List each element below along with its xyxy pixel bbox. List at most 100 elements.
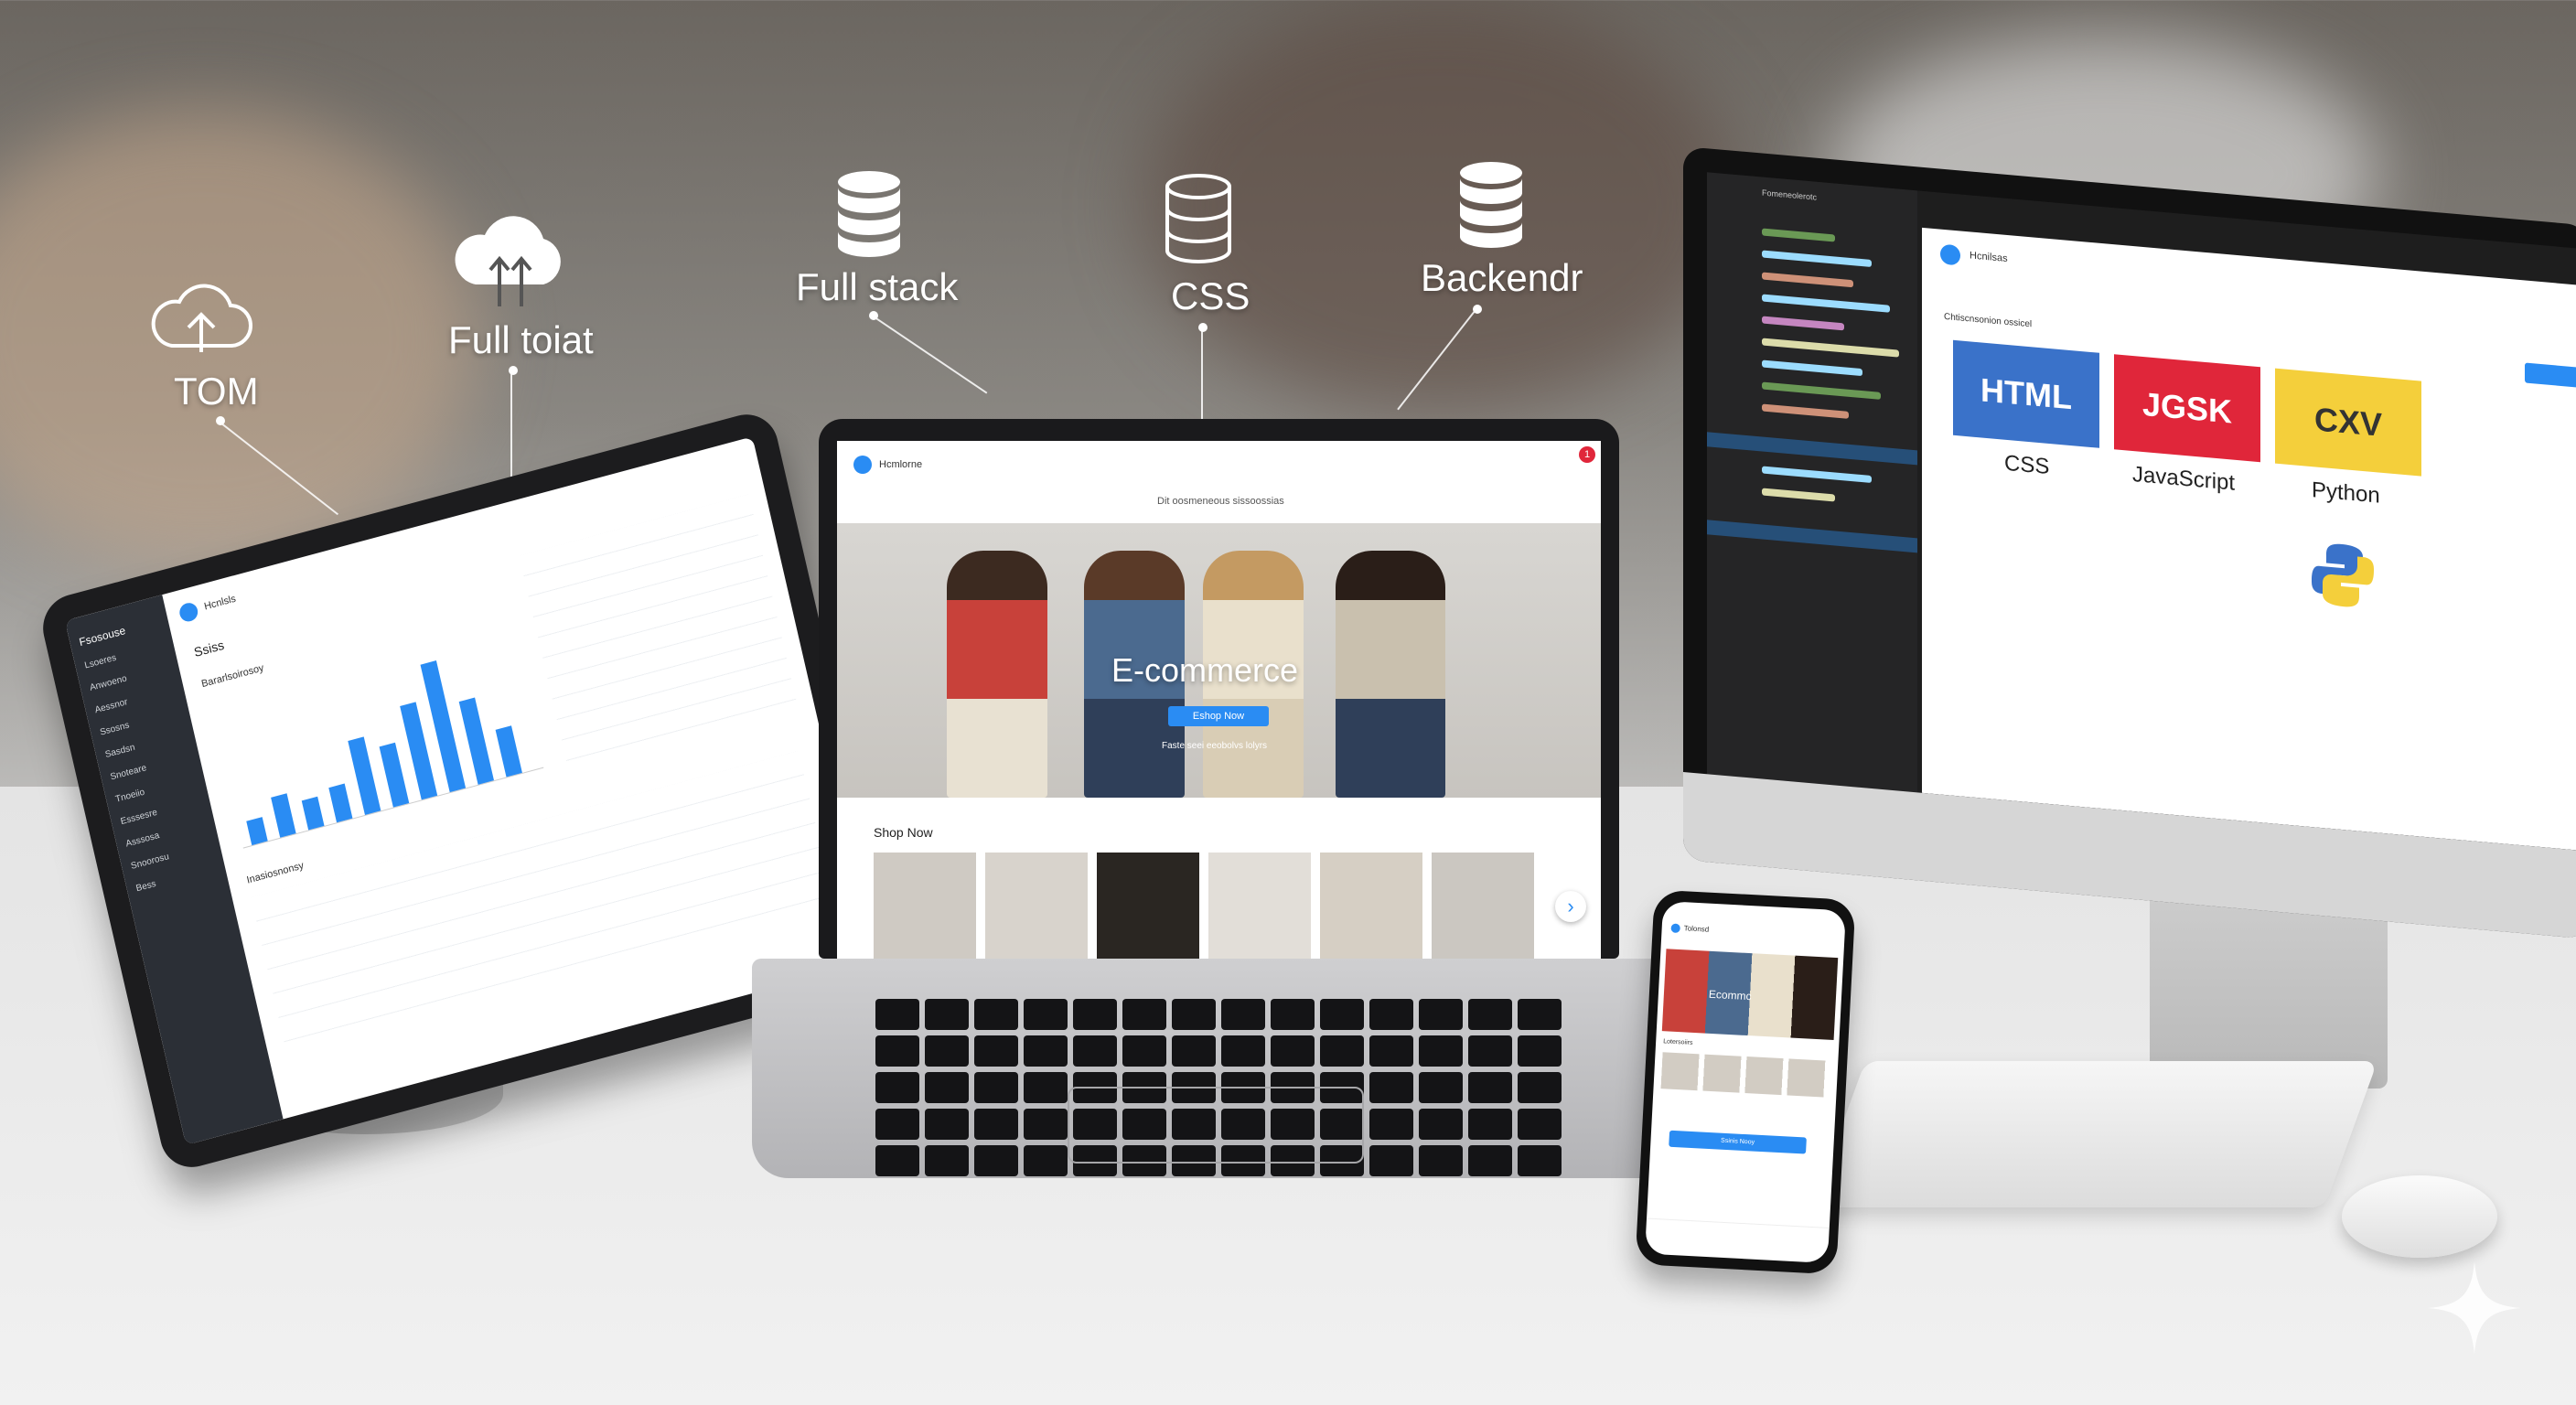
html-tile[interactable]: HTML — [1953, 339, 2099, 448]
key[interactable] — [1073, 1035, 1117, 1067]
key[interactable] — [1172, 1035, 1216, 1067]
key[interactable] — [1369, 1035, 1413, 1067]
key[interactable] — [1024, 999, 1068, 1030]
python-tile[interactable]: CXV — [2275, 368, 2421, 477]
editor-tab[interactable]: Fomeneolerotc — [1762, 188, 1817, 202]
key[interactable] — [1024, 1145, 1068, 1176]
label-tom: TOM — [174, 370, 259, 413]
product-card[interactable] — [1320, 853, 1422, 959]
key[interactable] — [1172, 999, 1216, 1030]
key[interactable] — [1122, 1035, 1166, 1067]
key[interactable] — [875, 1072, 919, 1103]
key[interactable] — [974, 1109, 1018, 1140]
js-tile[interactable]: JGSK — [2114, 354, 2260, 463]
cloud-upload-icon — [455, 216, 561, 306]
tile-caption: Python — [2312, 477, 2380, 509]
code-line — [1762, 466, 1872, 484]
key[interactable] — [1518, 1145, 1562, 1176]
product-card[interactable] — [985, 853, 1088, 959]
key[interactable] — [974, 1035, 1018, 1067]
product-card[interactable] — [1097, 853, 1199, 959]
key[interactable] — [1024, 1109, 1068, 1140]
mouse[interactable] — [2342, 1175, 2497, 1258]
key[interactable] — [1073, 999, 1117, 1030]
key[interactable] — [1468, 1109, 1512, 1140]
side-panel — [519, 494, 799, 770]
key[interactable] — [974, 1145, 1018, 1176]
laptop-screen: Hcmlorne 1 Dit oosmeneous sissoossias E-… — [837, 441, 1601, 959]
code-line — [1762, 359, 1862, 377]
connector-dot — [216, 416, 225, 425]
key[interactable] — [1518, 999, 1562, 1030]
tablet-section-title: Ssiss — [192, 637, 226, 660]
key[interactable] — [1468, 1145, 1512, 1176]
key[interactable] — [1419, 1072, 1463, 1103]
phone-products — [1660, 1052, 1828, 1098]
logo-icon — [177, 600, 200, 624]
product-card[interactable] — [1208, 853, 1311, 959]
key[interactable] — [1468, 999, 1512, 1030]
key[interactable] — [1369, 1072, 1413, 1103]
key[interactable] — [974, 1072, 1018, 1103]
chart-bar — [495, 725, 522, 778]
key[interactable] — [1320, 999, 1364, 1030]
key[interactable] — [1468, 1072, 1512, 1103]
key[interactable] — [1122, 999, 1166, 1030]
key[interactable] — [875, 1145, 919, 1176]
tile-caption: JavaScript — [2132, 461, 2236, 496]
logo-icon — [853, 456, 872, 474]
key[interactable] — [875, 1109, 919, 1140]
key[interactable] — [1271, 1035, 1315, 1067]
label-css: CSS — [1171, 274, 1250, 317]
key[interactable] — [1369, 999, 1413, 1030]
product-card[interactable] — [874, 853, 976, 959]
chart-bar — [246, 817, 268, 846]
phone-cta-button[interactable]: Ssinis Nooy — [1669, 1130, 1807, 1154]
key[interactable] — [875, 1035, 919, 1067]
key[interactable] — [1369, 1145, 1413, 1176]
key-row — [875, 1035, 1562, 1067]
code-line — [1762, 250, 1872, 268]
phone-device: Tolonsd Ecommc Lotersoiirs Ssinis Nooy — [1635, 889, 1856, 1275]
key[interactable] — [1518, 1072, 1562, 1103]
key[interactable] — [1221, 999, 1265, 1030]
hero-subtitle: Faste seei eeobolvs lolyrs — [1162, 741, 1268, 751]
key[interactable] — [1518, 1035, 1562, 1067]
primary-button[interactable] — [2525, 362, 2576, 388]
key[interactable] — [1271, 999, 1315, 1030]
key[interactable] — [925, 1072, 969, 1103]
key[interactable] — [1419, 1145, 1463, 1176]
chart-bar — [379, 742, 410, 808]
product-card[interactable] — [1432, 853, 1534, 959]
logo-icon — [1670, 923, 1680, 934]
key[interactable] — [1369, 1109, 1413, 1140]
key[interactable] — [1419, 1109, 1463, 1140]
connector-line — [1201, 327, 1203, 419]
key[interactable] — [925, 1035, 969, 1067]
key[interactable] — [925, 1109, 969, 1140]
key[interactable] — [974, 999, 1018, 1030]
chevron-right-icon[interactable]: › — [1555, 891, 1586, 922]
connector-dot — [1473, 305, 1482, 314]
key[interactable] — [1419, 1035, 1463, 1067]
key[interactable] — [1221, 1035, 1265, 1067]
model-photo — [947, 551, 1047, 798]
code-line — [1762, 403, 1849, 419]
key[interactable] — [925, 1145, 969, 1176]
database-icon — [1165, 174, 1231, 263]
key[interactable] — [1024, 1072, 1068, 1103]
store-brand[interactable]: Hcmlorne — [879, 459, 922, 470]
key[interactable] — [1468, 1035, 1512, 1067]
key[interactable] — [875, 999, 919, 1030]
key[interactable] — [1320, 1035, 1364, 1067]
code-line — [1762, 294, 1890, 313]
key[interactable] — [1419, 999, 1463, 1030]
phone-brand: Tolonsd — [1683, 924, 1710, 934]
cart-badge: 1 — [1579, 446, 1595, 463]
key[interactable] — [925, 999, 969, 1030]
browser-preview: Hcnilsas Chtiscnsonion ossicel HTML JGSK… — [1922, 227, 2576, 852]
shop-now-button[interactable]: Eshop Now — [1168, 706, 1269, 726]
trackpad[interactable] — [1068, 1087, 1364, 1164]
key[interactable] — [1518, 1109, 1562, 1140]
key[interactable] — [1024, 1035, 1068, 1067]
